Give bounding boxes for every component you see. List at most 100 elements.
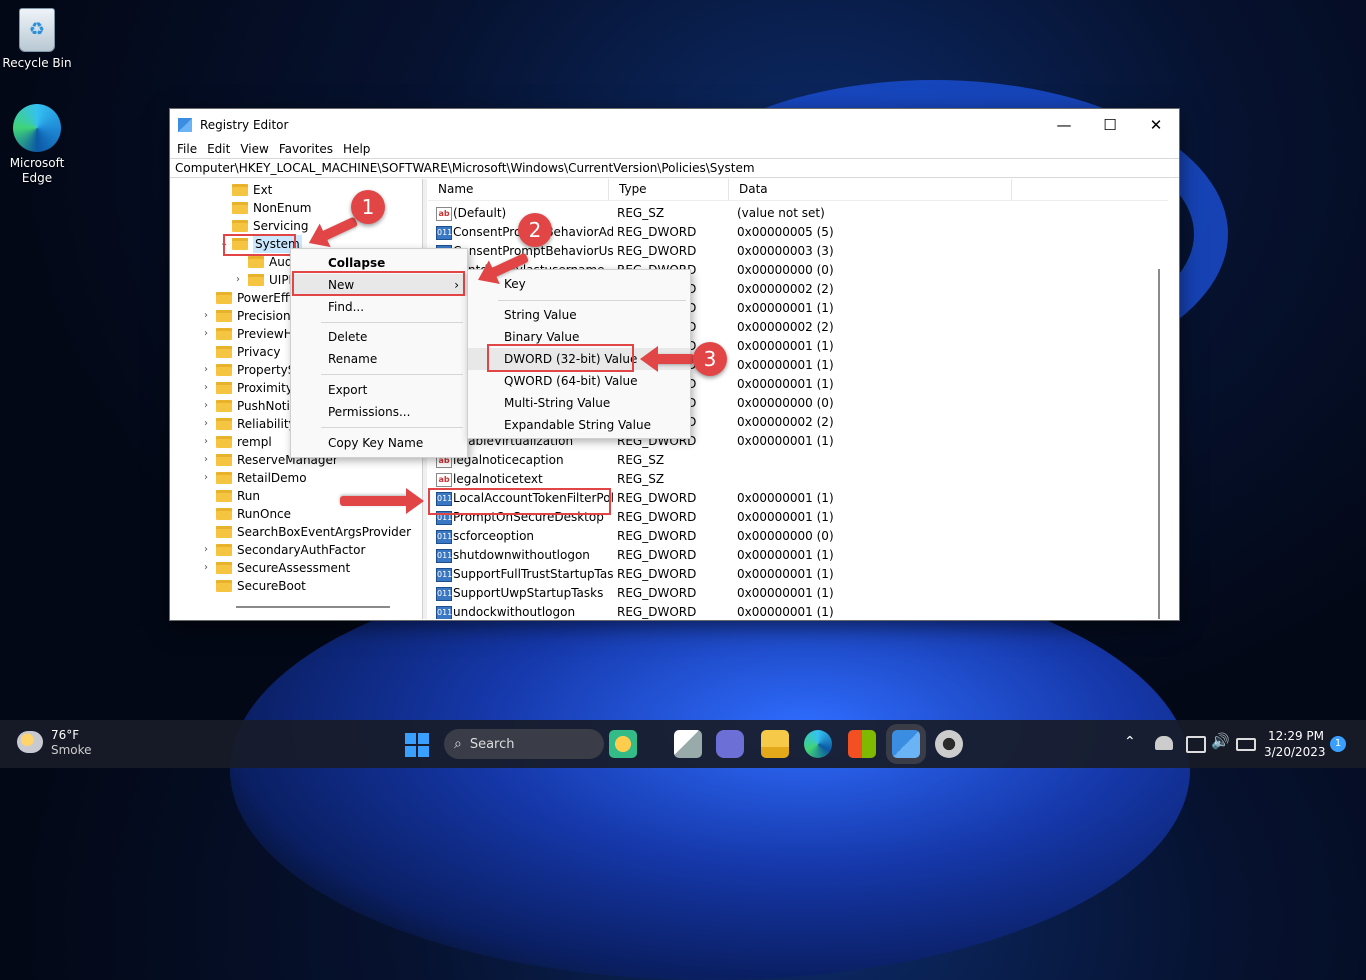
chevron-right-icon[interactable]: › xyxy=(204,379,216,397)
tree-item[interactable]: SecureBoot xyxy=(204,577,306,595)
tree-item[interactable]: › rempl xyxy=(204,433,272,451)
highlight-dword-item xyxy=(487,344,634,372)
taskbar-app-task-view[interactable] xyxy=(674,730,702,758)
tree-item[interactable]: › Reliability xyxy=(204,415,296,433)
address-bar[interactable]: Computer\HKEY_LOCAL_MACHINE\SOFTWARE\Mic… xyxy=(170,158,1179,178)
volume-icon[interactable]: 🔊 xyxy=(1211,732,1230,750)
taskbar-app-store[interactable] xyxy=(848,730,876,758)
menu-favorites[interactable]: Favorites xyxy=(274,140,338,158)
tree-item[interactable]: › SecureAssessment xyxy=(204,559,350,577)
value-type: REG_DWORD xyxy=(617,244,697,258)
tree-item[interactable]: › UIPI xyxy=(236,271,292,289)
menu-file[interactable]: File xyxy=(172,140,202,158)
menu-item-permissions[interactable]: Permissions... xyxy=(291,401,467,423)
menu-view[interactable]: View xyxy=(235,140,273,158)
notification-badge[interactable]: 1 xyxy=(1330,736,1346,752)
taskbar-app-settings[interactable] xyxy=(935,730,963,758)
tree-item[interactable]: Ext xyxy=(220,181,272,199)
taskbar-search[interactable]: ⌕ Search xyxy=(444,729,604,759)
menu-item-rename[interactable]: Rename xyxy=(291,348,467,370)
desktop-icon-recycle-bin[interactable]: ♻ Recycle Bin xyxy=(2,8,72,71)
submenu-item-string-value[interactable]: String Value xyxy=(468,304,690,326)
submenu-item-key[interactable]: Key xyxy=(468,273,690,295)
tree-item[interactable]: PowerEffic xyxy=(204,289,299,307)
regedit-icon xyxy=(178,117,192,132)
tree-item[interactable]: › Proximity xyxy=(204,379,293,397)
value-name: legalnoticetext xyxy=(453,472,543,486)
chevron-right-icon[interactable]: › xyxy=(204,397,216,415)
menu-item-copy-key-name[interactable]: Copy Key Name xyxy=(291,432,467,454)
list-row[interactable]: ab legalnoticecaption REG_SZ xyxy=(428,451,1148,470)
desktop-icon-label: Recycle Bin xyxy=(2,56,72,70)
tree-item[interactable]: › PushNotif xyxy=(204,397,294,415)
chevron-right-icon[interactable]: › xyxy=(204,451,216,469)
tree-item[interactable]: Run xyxy=(204,487,260,505)
column-header-type[interactable]: Type xyxy=(609,179,729,200)
windows-logo-icon xyxy=(405,733,416,744)
close-button[interactable]: ✕ xyxy=(1133,109,1179,140)
chevron-right-icon[interactable]: › xyxy=(204,433,216,451)
chevron-up-icon[interactable]: ⌃ xyxy=(1124,734,1136,750)
menu-separator xyxy=(321,374,463,375)
taskbar-app-regedit[interactable] xyxy=(892,730,920,758)
menu-item-delete[interactable]: Delete xyxy=(291,326,467,348)
chevron-right-icon[interactable]: › xyxy=(204,307,216,325)
submenu-item-multi-string-value[interactable]: Multi-String Value xyxy=(468,392,690,414)
desktop-icon-edge[interactable]: Microsoft Edge xyxy=(2,104,72,186)
menu-help[interactable]: Help xyxy=(338,140,375,158)
clock[interactable]: 12:29 PM 3/20/2023 xyxy=(1264,728,1326,760)
list-row[interactable]: ab legalnoticetext REG_SZ xyxy=(428,470,1148,489)
column-header-name[interactable]: Name xyxy=(428,179,609,200)
taskbar-app-edge[interactable] xyxy=(804,730,832,758)
minimize-button[interactable]: — xyxy=(1041,109,1087,140)
taskbar-app-teams[interactable] xyxy=(716,730,744,758)
tree-item[interactable]: › RetailDemo xyxy=(204,469,307,487)
vertical-scrollbar[interactable] xyxy=(1158,269,1160,619)
list-row[interactable]: 011 shutdownwithoutlogon REG_DWORD 0x000000… xyxy=(428,546,1148,565)
weather-widget[interactable]: 76°F Smoke xyxy=(51,728,92,758)
tree-horizontal-scrollbar[interactable] xyxy=(236,606,390,608)
chevron-right-icon[interactable]: › xyxy=(204,541,216,559)
tree-item[interactable]: › SecondaryAuthFactor xyxy=(204,541,365,559)
menu-separator xyxy=(321,322,463,323)
submenu-item-expandable-string-value[interactable]: Expandable String Value xyxy=(468,414,690,436)
tree-item[interactable]: › PrecisionT xyxy=(204,307,298,325)
taskbar-app-file-explorer[interactable] xyxy=(761,730,789,758)
tree-item[interactable]: › PropertySy xyxy=(204,361,303,379)
value-type: REG_SZ xyxy=(617,453,665,467)
network-icon[interactable] xyxy=(1155,736,1173,750)
menu-item-find[interactable]: Find... xyxy=(291,296,467,318)
battery-icon[interactable] xyxy=(1236,738,1256,751)
chevron-right-icon[interactable]: › xyxy=(204,559,216,577)
chevron-right-icon[interactable]: › xyxy=(204,325,216,343)
display-icon[interactable] xyxy=(1186,736,1206,753)
list-row[interactable]: 011 SupportFullTrustStartupTasks REG_DWORD… xyxy=(428,565,1148,584)
binary-value-icon: 011 xyxy=(436,549,452,563)
list-row[interactable]: 011 undockwithoutlogon REG_DWORD 0x00000001… xyxy=(428,603,1148,619)
chevron-right-icon[interactable]: › xyxy=(204,361,216,379)
chevron-right-icon[interactable]: › xyxy=(236,271,248,289)
title-bar[interactable]: Registry Editor — ☐ ✕ xyxy=(170,109,1179,140)
tree-item[interactable]: RunOnce xyxy=(204,505,291,523)
start-button[interactable] xyxy=(405,733,429,757)
menu-item-export[interactable]: Export xyxy=(291,379,467,401)
tree-item[interactable]: Privacy xyxy=(204,343,280,361)
list-row[interactable]: 011 scforceoption REG_DWORD 0x00000000 (0) xyxy=(428,527,1148,546)
value-data: 0x00000002 (2) xyxy=(737,320,834,334)
tree-item[interactable]: SearchBoxEventArgsProvider xyxy=(204,523,411,541)
tree-item[interactable]: Servicing xyxy=(220,217,309,235)
chevron-right-icon[interactable]: › xyxy=(204,415,216,433)
tree-item[interactable]: NonEnum xyxy=(220,199,311,217)
submenu-item-qword-value[interactable]: QWORD (64-bit) Value xyxy=(468,370,690,392)
highlight-local-account-token-row xyxy=(428,488,611,515)
menu-edit[interactable]: Edit xyxy=(202,140,235,158)
maximize-button[interactable]: ☐ xyxy=(1087,109,1133,140)
tree-item-label: Servicing xyxy=(253,219,309,233)
tree-item[interactable]: › PreviewHa xyxy=(204,325,300,343)
list-row[interactable]: 011 SupportUwpStartupTasks REG_DWORD 0x0000… xyxy=(428,584,1148,603)
column-header-data[interactable]: Data xyxy=(729,179,1012,200)
chevron-right-icon[interactable]: › xyxy=(204,469,216,487)
value-name: SupportFullTrustStartupTasks xyxy=(453,567,613,581)
folder-icon xyxy=(216,292,232,304)
taskbar-app-widgets[interactable] xyxy=(609,730,637,758)
